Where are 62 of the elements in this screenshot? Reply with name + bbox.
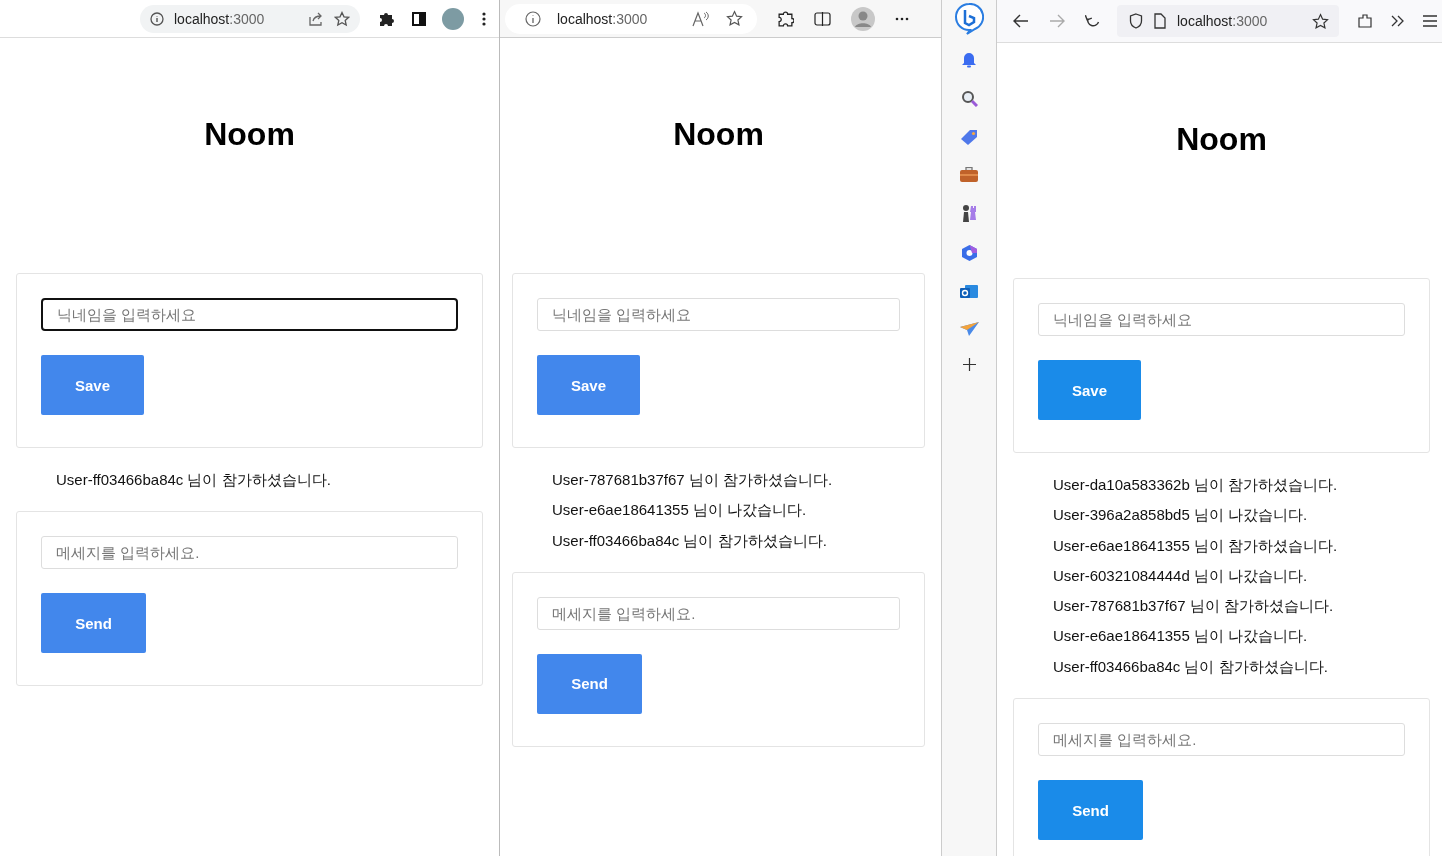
send-button[interactable]: Send	[537, 653, 642, 714]
extensions-icon[interactable]	[1357, 13, 1373, 29]
profile-avatar[interactable]	[442, 7, 464, 30]
chess-pieces-icon[interactable]	[960, 204, 978, 222]
chat-message: User-787681b37f67 님이 참가하셨습니다.	[1053, 596, 1335, 617]
side-panel-icon[interactable]	[412, 11, 426, 26]
kebab-menu-icon[interactable]	[482, 11, 486, 26]
chat-message: User-ff03466ba84c 님이 참가하셨습니다.	[1053, 656, 1329, 677]
tag-icon[interactable]	[960, 129, 978, 145]
read-aloud-icon[interactable]	[692, 10, 710, 27]
chat-message: User-e6ae18641355 님이 나갔습니다.	[1053, 626, 1309, 647]
chat-message: User-e6ae18641355 님이 참가하셨습니다.	[1053, 535, 1339, 556]
menu-icon[interactable]	[1423, 15, 1437, 27]
reload-icon[interactable]	[1085, 13, 1101, 29]
message-input[interactable]: 메세지를 입력하세요.	[537, 596, 900, 630]
message-input[interactable]: 메세지를 입력하세요.	[1038, 723, 1405, 757]
page-title: Noom	[1176, 121, 1267, 157]
star-icon[interactable]	[726, 10, 743, 27]
chat-message: User-60321084444d 님이 나갔습니다.	[1053, 565, 1309, 586]
star-icon[interactable]	[334, 10, 350, 27]
bing-logo-icon[interactable]	[954, 3, 984, 35]
nickname-input[interactable]: 닉네임을 입력하세요	[41, 298, 458, 331]
hexagon-logo-icon[interactable]	[960, 244, 978, 262]
address-bar[interactable]: localhost:3000	[140, 4, 360, 33]
save-button[interactable]: Save	[1038, 360, 1141, 420]
more-icon[interactable]	[895, 16, 909, 21]
chat-message: User-da10a583362b 님이 참가하셨습니다.	[1053, 475, 1339, 495]
search-icon[interactable]	[960, 90, 978, 107]
info-icon[interactable]	[525, 10, 541, 27]
info-icon[interactable]	[150, 11, 164, 26]
briefcase-icon[interactable]	[960, 167, 978, 182]
address-bar[interactable]: localhost:3000	[505, 3, 757, 34]
back-arrow-icon[interactable]	[1013, 14, 1029, 28]
page-title: Noom	[204, 116, 295, 152]
split-screen-icon[interactable]	[814, 10, 831, 27]
send-button[interactable]: Send	[41, 593, 146, 654]
chat-message: User-ff03466ba84c 님이 참가하셨습니다.	[552, 530, 828, 551]
avatar-icon[interactable]	[851, 6, 875, 31]
paper-plane-icon[interactable]	[959, 322, 979, 336]
page-icon[interactable]	[1154, 13, 1166, 29]
message-input[interactable]: 메세지를 입력하세요.	[41, 536, 458, 570]
chat-message: User-e6ae18641355 님이 나갔습니다.	[552, 500, 808, 521]
url-text: localhost:3000	[557, 10, 648, 27]
shield-icon[interactable]	[1129, 13, 1143, 29]
chat-message: User-396a2a858bd5 님이 나갔습니다.	[1053, 505, 1309, 526]
save-button[interactable]: Save	[41, 355, 144, 415]
star-icon[interactable]	[1312, 12, 1329, 30]
puzzle-icon[interactable]	[378, 10, 394, 27]
share-icon[interactable]	[308, 11, 324, 26]
chat-message: User-787681b37f67 님이 참가하셨습니다.	[552, 470, 834, 490]
url-text: localhost:3000	[174, 10, 265, 27]
mail-icon[interactable]	[960, 284, 978, 300]
bell-icon[interactable]	[961, 51, 977, 68]
address-bar[interactable]: localhost:3000	[1117, 5, 1339, 37]
chat-message: User-ff03466ba84c 님이 참가하셨습니다.	[56, 470, 332, 490]
save-button[interactable]: Save	[537, 355, 640, 415]
puzzle-icon[interactable]	[777, 10, 794, 27]
plus-icon[interactable]	[962, 358, 976, 371]
url-text: localhost:3000	[1177, 13, 1268, 29]
page-title: Noom	[673, 116, 764, 152]
send-button[interactable]: Send	[1038, 780, 1143, 841]
chevrons-icon[interactable]	[1391, 15, 1405, 27]
